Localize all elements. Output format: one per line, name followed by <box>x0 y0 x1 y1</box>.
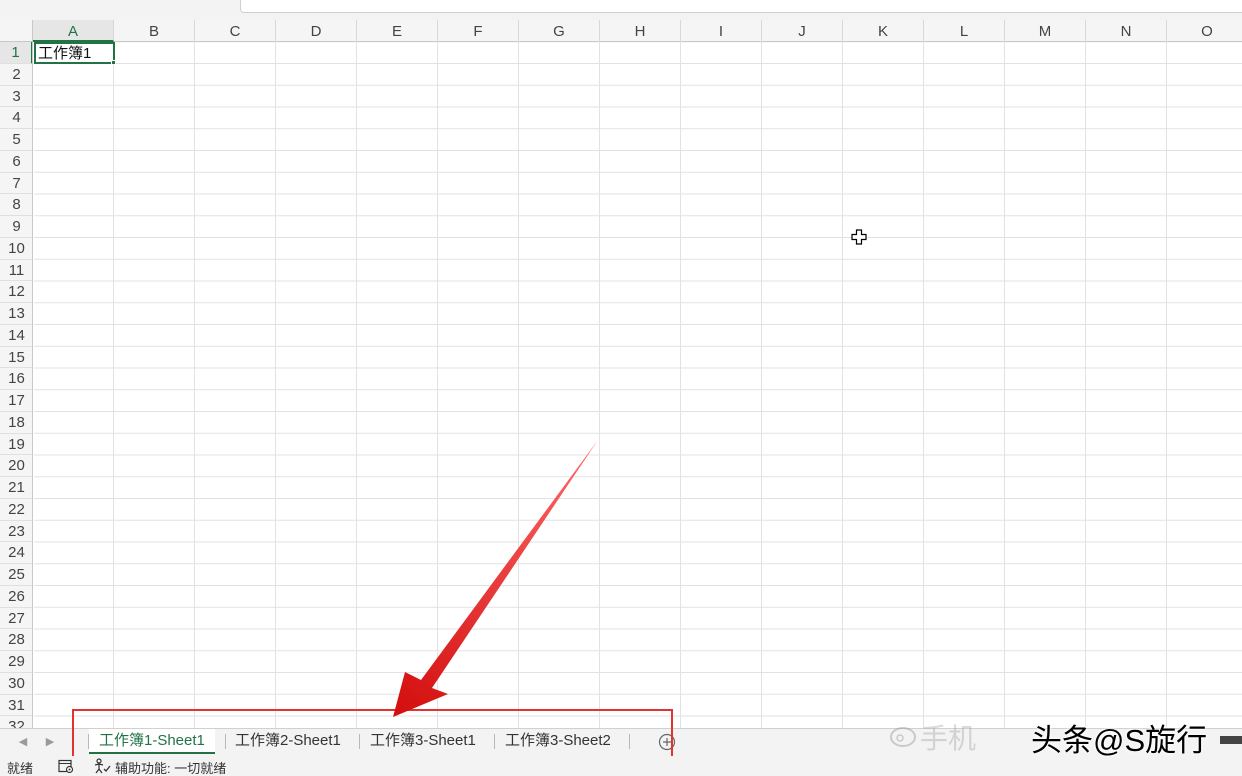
accessibility-icon[interactable] <box>93 758 111 774</box>
cell-grid[interactable]: 工作簿1 <box>34 42 1242 728</box>
column-header-k[interactable]: K <box>843 20 924 42</box>
row-header-16[interactable]: 16 <box>0 368 32 390</box>
row-header-29[interactable]: 29 <box>0 651 32 673</box>
column-header-b[interactable]: B <box>114 20 195 42</box>
column-header-a[interactable]: A <box>33 20 114 42</box>
watermark-main-text: 头条@S旋行 <box>1031 723 1208 758</box>
watermark-logo-icon <box>890 727 916 747</box>
row-header-12[interactable]: 12 <box>0 281 32 303</box>
select-all-corner[interactable] <box>0 20 33 42</box>
column-header-o[interactable]: O <box>1167 20 1242 42</box>
row-header-23[interactable]: 23 <box>0 521 32 543</box>
column-header-f[interactable]: F <box>438 20 519 42</box>
row-header-32[interactable]: 32 <box>0 716 32 728</box>
formula-bar-edge[interactable] <box>240 0 1242 13</box>
row-header-8[interactable]: 8 <box>0 194 32 216</box>
column-header-l[interactable]: L <box>924 20 1005 42</box>
row-header-4[interactable]: 4 <box>0 107 32 129</box>
column-header-j[interactable]: J <box>762 20 843 42</box>
column-header-e[interactable]: E <box>357 20 438 42</box>
column-header-m[interactable]: M <box>1005 20 1086 42</box>
column-header-i[interactable]: I <box>681 20 762 42</box>
column-header-n[interactable]: N <box>1086 20 1167 42</box>
row-header-1[interactable]: 1 <box>0 42 32 64</box>
row-header-18[interactable]: 18 <box>0 412 32 434</box>
column-header: ABCDEFGHIJKLMNO <box>0 20 1242 42</box>
row-header-30[interactable]: 30 <box>0 673 32 695</box>
row-header-21[interactable]: 21 <box>0 477 32 499</box>
accessibility-status-text[interactable]: 辅助功能: 一切就绪 <box>115 758 226 776</box>
cell-cursor-icon <box>851 229 867 245</box>
row-header-17[interactable]: 17 <box>0 390 32 412</box>
row-header-19[interactable]: 19 <box>0 434 32 456</box>
tab-scroll-left-icon[interactable]: ◀ <box>15 734 31 750</box>
row-header-11[interactable]: 11 <box>0 260 32 282</box>
row-header-22[interactable]: 22 <box>0 499 32 521</box>
row-header-31[interactable]: 31 <box>0 695 32 717</box>
column-header-g[interactable]: G <box>519 20 600 42</box>
row-header-25[interactable]: 25 <box>0 564 32 586</box>
row-header-3[interactable]: 3 <box>0 86 32 108</box>
column-header-c[interactable]: C <box>195 20 276 42</box>
status-ready-text: 就绪 <box>7 761 34 776</box>
row-header-20[interactable]: 20 <box>0 455 32 477</box>
fill-handle[interactable] <box>111 60 116 65</box>
row-header-14[interactable]: 14 <box>0 325 32 347</box>
column-header-d[interactable]: D <box>276 20 357 42</box>
row-header-6[interactable]: 6 <box>0 151 32 173</box>
tabs-highlight-box <box>72 709 673 759</box>
cell-a1[interactable]: 工作簿1 <box>34 42 115 64</box>
row-header-13[interactable]: 13 <box>0 303 32 325</box>
row-header-9[interactable]: 9 <box>0 216 32 238</box>
row-header-28[interactable]: 28 <box>0 629 32 651</box>
macro-record-icon[interactable] <box>58 759 74 774</box>
row-header: 1 2 3 4 5 6 7 8 9 10 11 12 13 14 15 16 17 18 19 20 21 22 23 24 2… <box>0 42 33 728</box>
right-edge-bar <box>1220 736 1242 744</box>
row-header-2[interactable]: 2 <box>0 64 32 86</box>
tab-scroll-right-icon[interactable]: ▶ <box>42 734 58 750</box>
row-header-10[interactable]: 10 <box>0 238 32 260</box>
row-header-27[interactable]: 27 <box>0 608 32 630</box>
row-header-24[interactable]: 24 <box>0 542 32 564</box>
row-header-5[interactable]: 5 <box>0 129 32 151</box>
row-header-26[interactable]: 26 <box>0 586 32 608</box>
watermark-ghost-text: 手机 <box>920 723 977 754</box>
column-header-h[interactable]: H <box>600 20 681 42</box>
row-header-15[interactable]: 15 <box>0 347 32 369</box>
row-header-7[interactable]: 7 <box>0 173 32 195</box>
